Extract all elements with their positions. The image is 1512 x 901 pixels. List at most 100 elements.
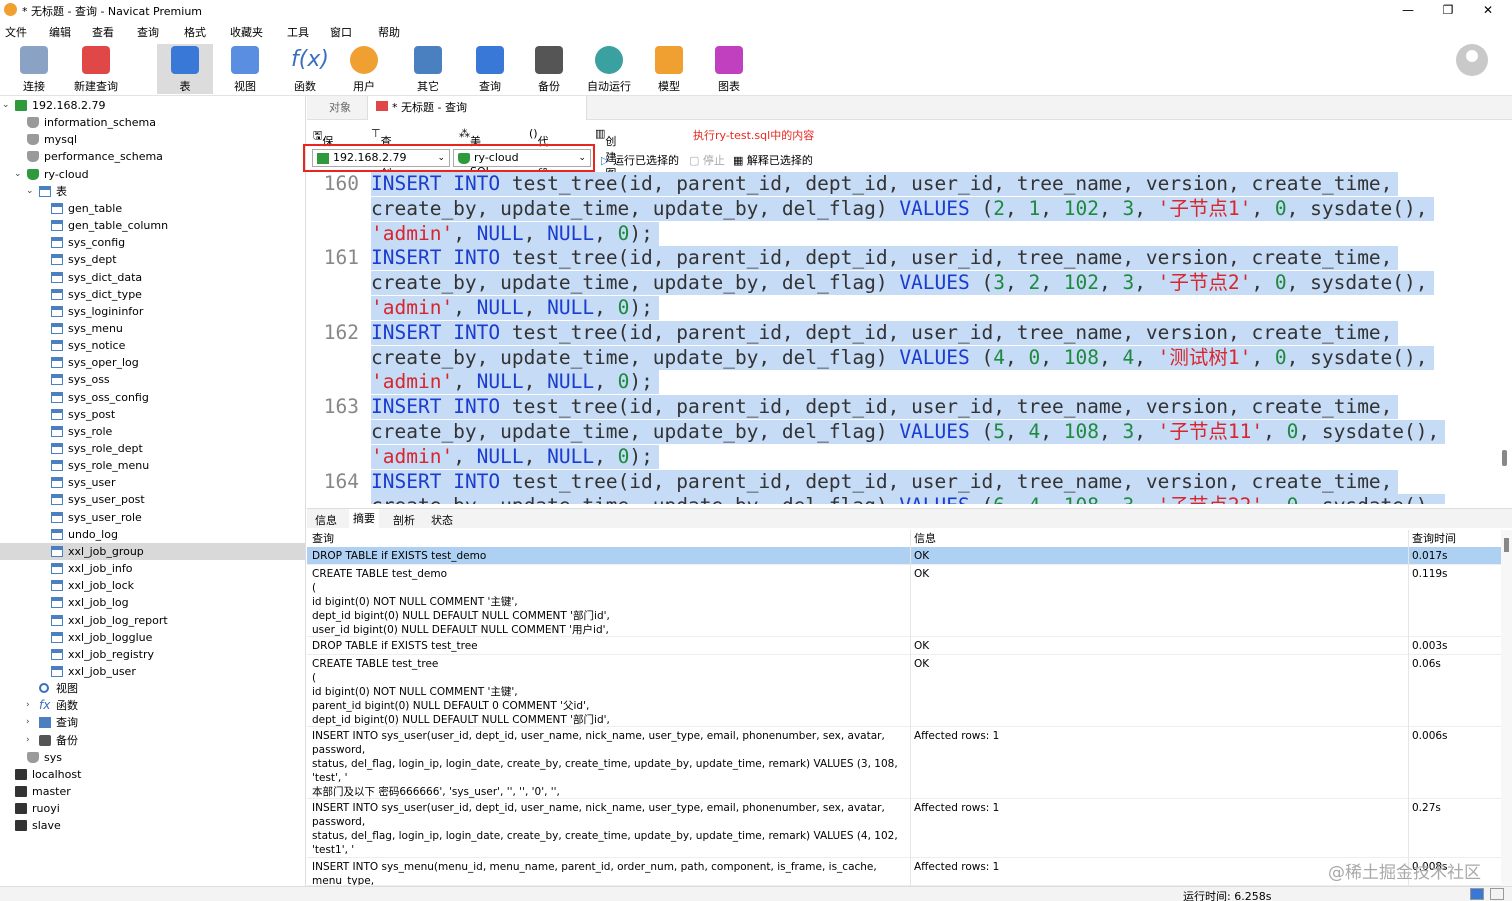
editor-line[interactable]: 'admin', NULL, NULL, 0); — [307, 221, 1512, 247]
user-avatar[interactable] — [1456, 44, 1488, 76]
tree-node[interactable]: sys_user — [0, 474, 305, 491]
tree-node[interactable]: sys_user_post — [0, 491, 305, 508]
database-select[interactable]: ry-cloud ⌄ — [453, 149, 591, 167]
result-row[interactable]: DROP TABLE if EXISTS test_tree OK 0.003s — [307, 637, 1502, 655]
run-selected-button[interactable]: ▷ 运行已选择的 — [601, 152, 679, 168]
tree-node[interactable]: sys_dict_data — [0, 269, 305, 286]
tree-node[interactable]: sys_oss — [0, 371, 305, 388]
toolbar-function-button[interactable]: f(x) 函数 — [277, 44, 333, 94]
editor-line[interactable]: create_by, update_time, update_by, del_f… — [307, 271, 1512, 296]
tree-node[interactable]: xxl_job_info — [0, 560, 305, 577]
tree-node[interactable]: localhost — [0, 766, 305, 783]
tree-node[interactable]: sys_user_role — [0, 509, 305, 526]
result-row[interactable]: DROP TABLE if EXISTS test_demo OK 0.017s — [307, 547, 1502, 565]
toolbar-model-button[interactable]: 模型 — [641, 44, 697, 94]
sql-editor[interactable]: 160 INSERT INTO test_tree(id, parent_id, … — [307, 172, 1512, 504]
tree-node[interactable]: xxl_job_log_report — [0, 612, 305, 629]
tab-profile[interactable]: 剖析 — [393, 512, 415, 528]
tree-node[interactable]: sys_logininfor — [0, 303, 305, 320]
tree-node[interactable]: sys_dict_type — [0, 286, 305, 303]
tree-node[interactable]: sys_oper_log — [0, 354, 305, 371]
tab-summary[interactable]: 摘要 — [349, 509, 379, 529]
close-button[interactable]: ✕ — [1468, 0, 1508, 20]
tab-info[interactable]: 信息 — [315, 512, 337, 528]
explain-selected-button[interactable]: ▦ 解释已选择的 — [733, 152, 813, 168]
menu-tools[interactable]: 工具 — [287, 24, 309, 40]
tree-node[interactable]: sys_dept — [0, 251, 305, 268]
beautify-sql-button[interactable]: ⁂ 美化 SQL — [459, 127, 492, 178]
menu-window[interactable]: 窗口 — [330, 24, 352, 40]
result-row[interactable]: INSERT INTO sys_user(user_id, dept_id, u… — [307, 799, 1502, 858]
toolbar-query-button[interactable]: 查询 — [462, 44, 518, 94]
editor-line[interactable]: create_by, update_time, update_by, del_f… — [307, 196, 1512, 222]
tree-node[interactable]: master — [0, 783, 305, 800]
menu-help[interactable]: 帮助 — [378, 24, 400, 40]
result-row[interactable]: INSERT INTO sys_user(user_id, dept_id, u… — [307, 727, 1502, 799]
toolbar-other-button[interactable]: 其它 — [400, 44, 456, 94]
tree-node[interactable]: xxl_job_lock — [0, 577, 305, 594]
grid-view-icon[interactable] — [1470, 888, 1484, 900]
tree-node[interactable]: › fx 函数 — [0, 697, 305, 714]
tree-node[interactable]: ruoyi — [0, 800, 305, 817]
tree-node[interactable]: sys_oss_config — [0, 389, 305, 406]
tree-node[interactable]: 视图 — [0, 680, 305, 697]
tree-node[interactable]: undo_log — [0, 526, 305, 543]
toolbar-automation-button[interactable]: 自动运行 — [581, 44, 637, 94]
editor-line[interactable]: 162 INSERT INTO test_tree(id, parent_id, … — [307, 320, 1512, 346]
editor-line[interactable]: create_by, update_time, update_by, del_f… — [307, 420, 1512, 445]
header-query[interactable]: 查询 — [312, 530, 908, 547]
scroll-thumb[interactable] — [1504, 538, 1509, 552]
menu-query[interactable]: 查询 — [137, 24, 159, 40]
header-time[interactable]: 查询时间 — [1412, 530, 1500, 547]
tree-node[interactable]: sys_config — [0, 234, 305, 251]
result-row[interactable]: CREATE TABLE test_demo ( id bigint(0) NO… — [307, 565, 1502, 637]
editor-line[interactable]: create_by, update_time, update_by, del_f… — [307, 494, 1512, 504]
tree-node[interactable]: ⌄ 192.168.2.79 — [0, 97, 305, 114]
tree-node[interactable]: › 查询 — [0, 714, 305, 731]
editor-line[interactable]: create_by, update_time, update_by, del_f… — [307, 345, 1512, 371]
tree-node[interactable]: slave — [0, 817, 305, 834]
toolbar-chart-button[interactable]: 图表 — [701, 44, 757, 94]
tree-node[interactable]: sys_role_menu — [0, 457, 305, 474]
minimize-button[interactable]: — — [1388, 0, 1428, 20]
tree-node[interactable]: sys_post — [0, 406, 305, 423]
tree-node[interactable]: information_schema — [0, 114, 305, 131]
tree-node[interactable]: sys — [0, 749, 305, 766]
chevron-right-icon[interactable]: › — [26, 714, 36, 731]
editor-line[interactable]: 163 INSERT INTO test_tree(id, parent_id, … — [307, 395, 1512, 420]
tree-node[interactable]: performance_schema — [0, 148, 305, 165]
maximize-button[interactable]: ❐ — [1428, 0, 1468, 20]
toolbar-backup-button[interactable]: 备份 — [521, 44, 577, 94]
tree-node[interactable]: gen_table — [0, 200, 305, 217]
tree-node[interactable]: xxl_job_user — [0, 663, 305, 680]
editor-line[interactable]: 160 INSERT INTO test_tree(id, parent_id, … — [307, 172, 1512, 197]
editor-line[interactable]: 'admin', NULL, NULL, 0); — [307, 444, 1512, 470]
editor-line[interactable]: 161 INSERT INTO test_tree(id, parent_id, … — [307, 246, 1512, 271]
editor-line[interactable]: 'admin', NULL, NULL, 0); — [307, 370, 1512, 395]
result-row[interactable]: CREATE TABLE test_tree ( id bigint(0) NO… — [307, 655, 1502, 727]
server-select[interactable]: 192.168.2.79 ⌄ — [312, 149, 450, 167]
query-builder-button[interactable]: ⊤ 查询创建工具 — [371, 127, 392, 228]
tree-node[interactable]: sys_menu — [0, 320, 305, 337]
tree-node[interactable]: sys_role — [0, 423, 305, 440]
tab-untitled-query[interactable]: * 无标题 - 查询 — [367, 96, 587, 120]
form-view-icon[interactable] — [1490, 888, 1504, 900]
toolbar-connect-button[interactable]: 连接 — [6, 44, 62, 94]
tree-node[interactable]: mysql — [0, 131, 305, 148]
menu-favorites[interactable]: 收藏夹 — [230, 24, 263, 40]
tree-node[interactable]: xxl_job_log — [0, 594, 305, 611]
tab-objects[interactable]: 对象 — [321, 96, 359, 120]
tree-node[interactable]: ⌄ 表 — [0, 183, 305, 200]
menu-format[interactable]: 格式 — [184, 24, 206, 40]
tree-node[interactable]: xxl_job_logglue — [0, 629, 305, 646]
chevron-down-icon[interactable]: ⌄ — [26, 183, 36, 200]
menu-edit[interactable]: 编辑 — [49, 24, 71, 40]
chevron-right-icon[interactable]: › — [26, 697, 36, 714]
tree-node[interactable]: gen_table_column — [0, 217, 305, 234]
create-chart-button[interactable]: ▥ 创建图表 — [595, 127, 616, 196]
toolbar-user-button[interactable]: 用户 — [336, 44, 392, 94]
tree-node[interactable]: › 备份 — [0, 732, 305, 749]
tab-status[interactable]: 状态 — [431, 512, 453, 528]
tree-node[interactable]: ⌄ ry-cloud — [0, 166, 305, 183]
grid-scrollbar[interactable] — [1501, 530, 1512, 886]
